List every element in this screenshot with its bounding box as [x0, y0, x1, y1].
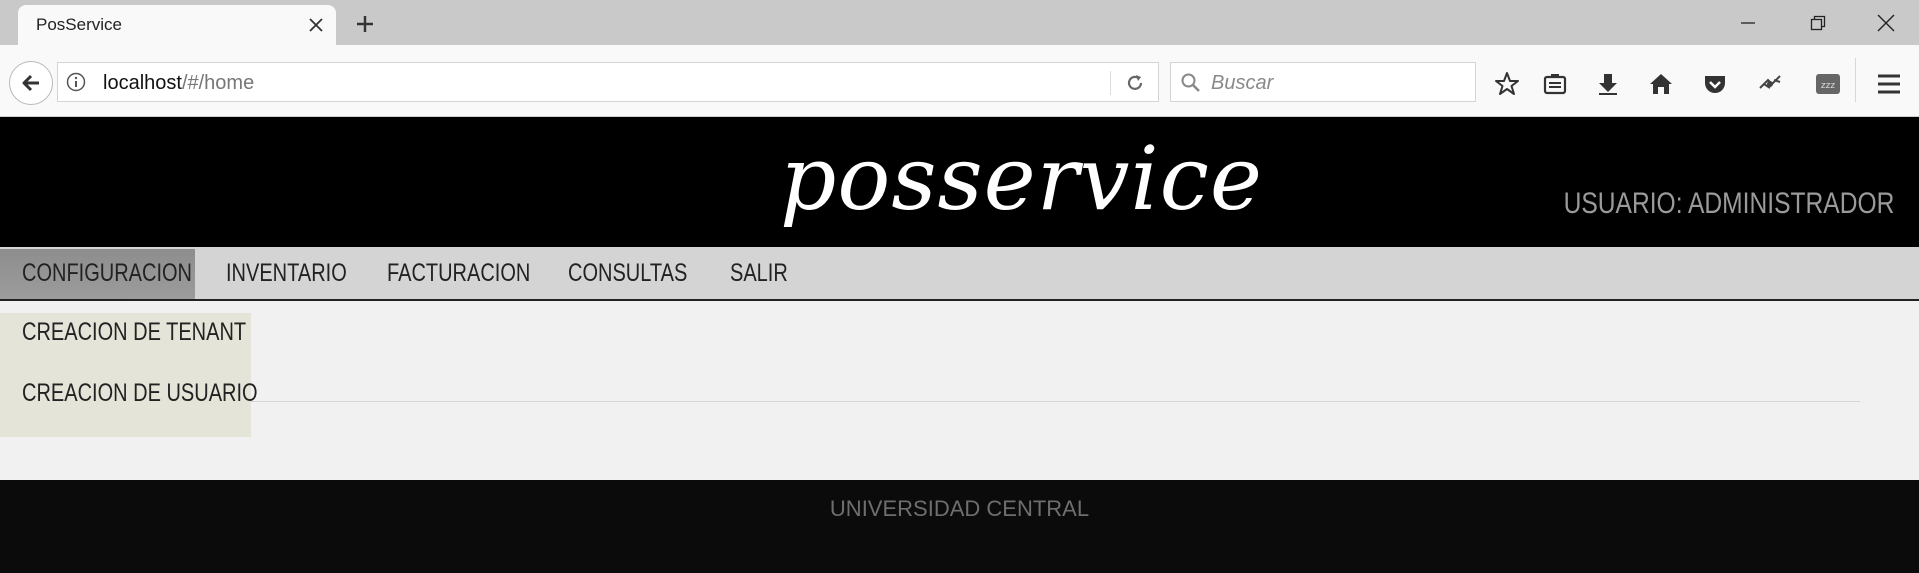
- home-icon[interactable]: [1646, 69, 1676, 99]
- main-content: [0, 301, 1919, 480]
- extension-icon[interactable]: [1755, 69, 1785, 99]
- footer-text: UNIVERSIDAD CENTRAL: [829, 496, 1090, 521]
- navigation-toolbar: localhost/#/home Buscar zzz: [0, 45, 1919, 117]
- content-divider: [250, 401, 1860, 402]
- reading-list-icon[interactable]: [1540, 69, 1570, 99]
- menu-item-salir[interactable]: SALIR: [730, 247, 788, 299]
- url-divider: [1110, 71, 1111, 95]
- star-icon[interactable]: [1492, 69, 1522, 99]
- restore-icon[interactable]: [1790, 0, 1846, 45]
- extension-zzz-icon[interactable]: zzz: [1813, 69, 1843, 99]
- menu-item-consultas[interactable]: CONSULTAS: [568, 247, 687, 299]
- info-icon[interactable]: [66, 72, 86, 92]
- new-tab-icon[interactable]: [348, 7, 382, 41]
- main-menu: CONFIGURACION INVENTARIO FACTURACION CON…: [0, 247, 1919, 301]
- dropdown-item-creacion-usuario[interactable]: CREACION DE USUARIO: [22, 379, 258, 408]
- menu-item-facturacion[interactable]: FACTURACION: [387, 247, 530, 299]
- configuracion-dropdown: CREACION DE TENANT CREACION DE USUARIO: [0, 313, 258, 437]
- pocket-icon[interactable]: [1700, 69, 1730, 99]
- address-bar[interactable]: localhost/#/home: [57, 62, 1159, 102]
- search-bar[interactable]: Buscar: [1170, 62, 1476, 102]
- url-path: /#/home: [181, 72, 255, 94]
- minimize-icon[interactable]: [1720, 0, 1776, 45]
- tab-strip: PosService: [0, 0, 1919, 45]
- dropdown-item-creacion-tenant[interactable]: CREACION DE TENANT: [22, 318, 246, 347]
- search-icon: [1180, 72, 1202, 99]
- close-tab-icon[interactable]: [296, 5, 336, 45]
- toolbar-divider: [1855, 58, 1856, 102]
- search-placeholder: Buscar: [1211, 72, 1274, 94]
- url-text: localhost/#/home: [103, 72, 254, 95]
- menu-item-configuracion[interactable]: CONFIGURACION: [22, 247, 192, 299]
- user-label: USUARIO: ADMINISTRADOR: [1563, 187, 1894, 220]
- hamburger-menu-icon[interactable]: [1874, 69, 1904, 99]
- reload-icon[interactable]: [1124, 72, 1146, 94]
- menu-item-inventario[interactable]: INVENTARIO: [226, 247, 347, 299]
- site-logo[interactable]: posservice: [780, 127, 1263, 230]
- svg-text:zzz: zzz: [1821, 81, 1835, 91]
- tab-title: PosService: [36, 15, 122, 34]
- site-header: posservice USUARIO: ADMINISTRADOR: [0, 117, 1919, 247]
- window-close-icon[interactable]: [1858, 0, 1914, 45]
- download-icon[interactable]: [1593, 69, 1623, 99]
- url-host: localhost: [103, 72, 182, 94]
- back-arrow-icon[interactable]: [9, 61, 53, 105]
- site-footer: UNIVERSIDAD CENTRAL: [0, 480, 1919, 573]
- browser-tab[interactable]: PosService: [18, 5, 336, 45]
